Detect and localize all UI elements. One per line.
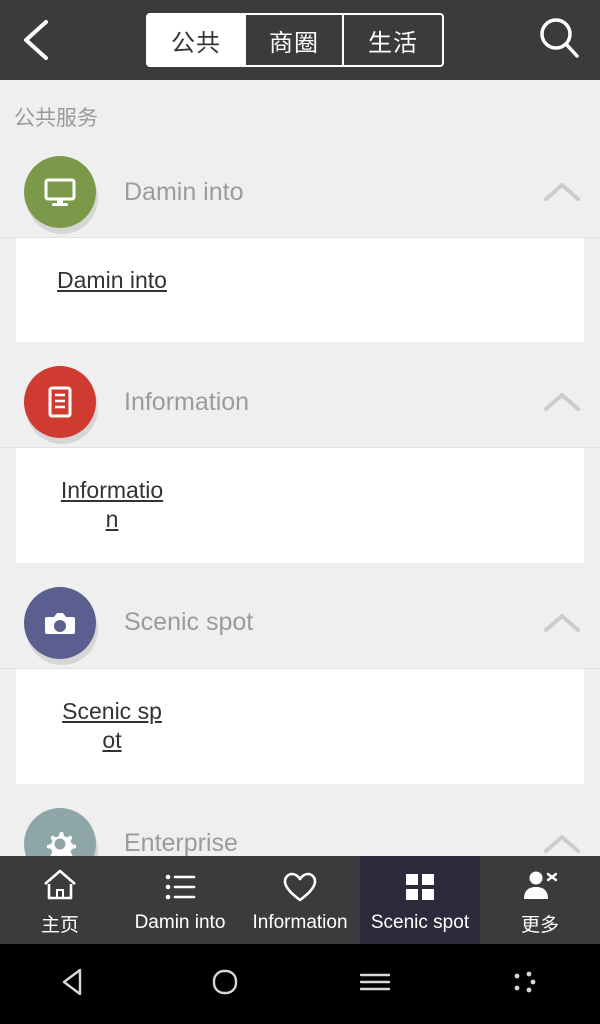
monitor-icon <box>24 156 96 228</box>
app-screen: 公共 商圈 生活 公共服务 Damin into Damin into Info… <box>0 0 600 1024</box>
group-panel: Information <box>16 448 584 563</box>
android-back-icon <box>58 965 92 1004</box>
android-options-icon <box>508 967 542 1002</box>
list-icon <box>161 866 199 908</box>
android-home-icon <box>208 965 242 1004</box>
android-menu-icon <box>357 967 393 1002</box>
tab-scenic-spot[interactable]: Scenic spot <box>360 856 480 944</box>
chevron-up-icon[interactable] <box>540 170 584 214</box>
group-header[interactable]: Scenic spot <box>0 577 600 669</box>
back-button[interactable] <box>0 0 72 80</box>
android-back-button[interactable] <box>0 965 150 1004</box>
gear-icon <box>24 807 96 856</box>
tab-damin-into[interactable]: Damin into <box>120 856 240 944</box>
document-list-icon <box>24 366 96 438</box>
tab-more[interactable]: 更多 <box>480 856 600 944</box>
tab-label: Scenic spot <box>370 912 470 933</box>
chevron-up-icon[interactable] <box>540 380 584 424</box>
chevron-up-icon[interactable] <box>540 822 584 856</box>
segment-business-district[interactable]: 商圈 <box>246 15 344 65</box>
grid-icon <box>402 866 438 908</box>
search-button[interactable] <box>518 0 600 80</box>
group-link[interactable]: Information <box>56 476 168 535</box>
segment-public[interactable]: 公共 <box>148 15 246 65</box>
service-group-information: Information Information <box>0 356 600 577</box>
group-title: Information <box>124 387 250 416</box>
group-link[interactable]: Scenic spot <box>56 697 168 756</box>
android-menu-button[interactable] <box>300 967 450 1002</box>
group-title: Enterprise <box>124 829 238 856</box>
service-group-list[interactable]: Damin into Damin into Information Inform… <box>0 146 600 856</box>
service-group-enterprise: Enterprise <box>0 797 600 856</box>
group-panel: Damin into <box>16 238 584 342</box>
tab-label: 主页 <box>40 914 79 936</box>
group-header[interactable]: Damin into <box>0 146 600 238</box>
divider <box>0 342 600 356</box>
category-segmented-control[interactable]: 公共 商圈 生活 <box>146 13 444 67</box>
service-group-damin-into: Damin into Damin into <box>0 146 600 356</box>
home-icon <box>41 864 79 906</box>
top-navigation-bar: 公共 商圈 生活 <box>0 0 600 80</box>
section-title: 公共服务 <box>0 80 600 146</box>
chevron-left-icon <box>18 16 54 64</box>
search-icon <box>536 15 582 66</box>
android-home-button[interactable] <box>150 965 300 1004</box>
service-group-scenic-spot: Scenic spot Scenic spot <box>0 576 600 798</box>
android-options-button[interactable] <box>450 967 600 1002</box>
tab-label: 更多 <box>520 914 559 936</box>
android-navigation-bar <box>0 944 600 1024</box>
tab-label: Damin into <box>134 912 226 933</box>
tab-label: Information <box>252 912 348 933</box>
group-header[interactable]: Information <box>0 356 600 448</box>
tab-home[interactable]: 主页 <box>0 856 120 944</box>
chevron-up-icon[interactable] <box>540 601 584 645</box>
group-header[interactable]: Enterprise <box>0 798 600 856</box>
divider <box>0 783 600 798</box>
group-title: Damin into <box>124 177 244 206</box>
camera-icon <box>24 586 96 659</box>
person-add-icon <box>520 864 560 906</box>
group-link[interactable]: Damin into <box>56 266 168 295</box>
segment-life[interactable]: 生活 <box>344 15 442 65</box>
divider <box>0 562 600 577</box>
group-panel: Scenic spot <box>16 668 584 784</box>
tab-information[interactable]: Information <box>240 856 360 944</box>
heart-icon <box>281 866 319 908</box>
group-title: Scenic spot <box>124 608 254 637</box>
bottom-tab-bar: 主页 Damin into Information Scenic spot 更多 <box>0 856 600 944</box>
